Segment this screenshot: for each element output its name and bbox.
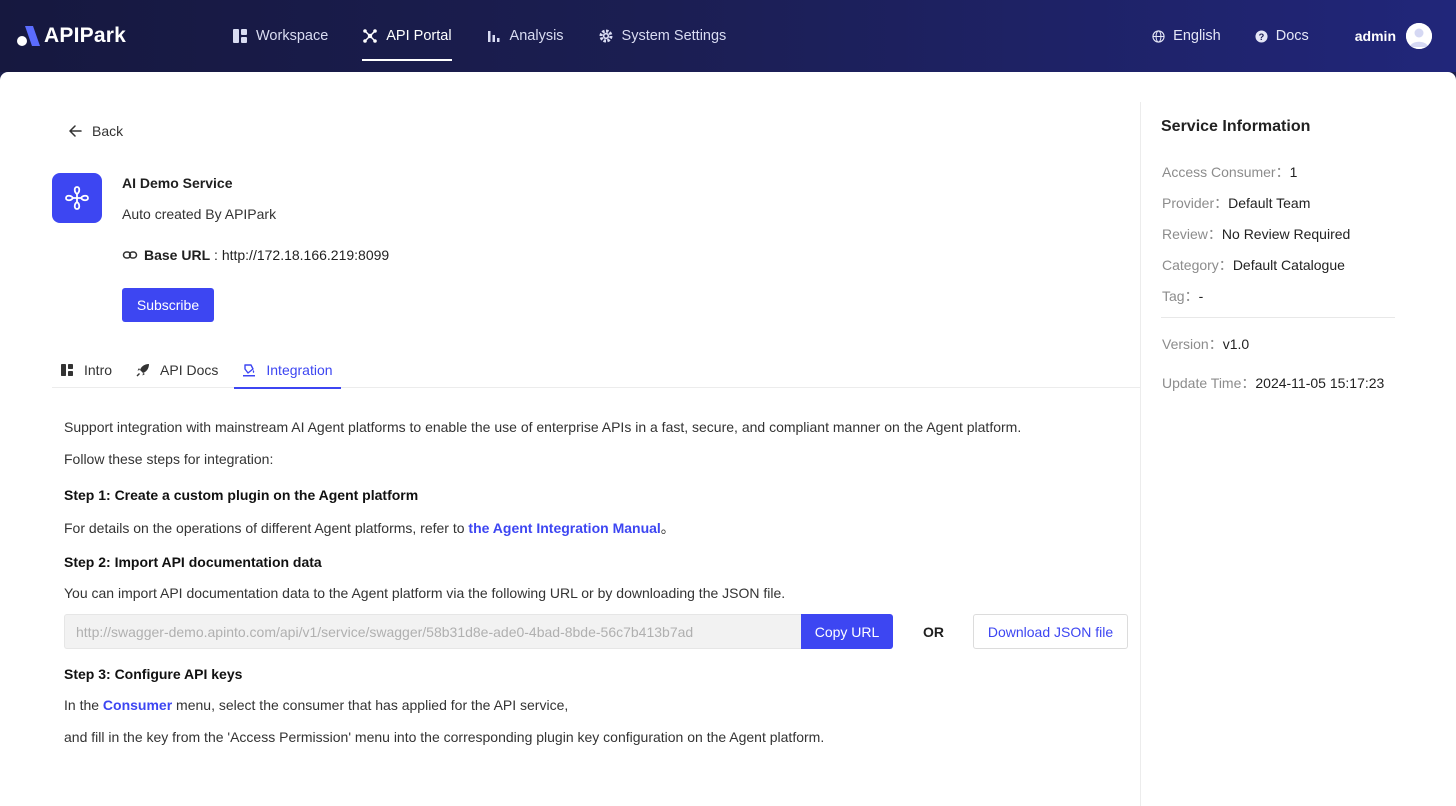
docs-label: Docs: [1275, 28, 1309, 44]
base-url-value: http://172.18.166.219:8099: [221, 247, 390, 263]
tab-label: Intro: [84, 362, 113, 378]
info-provider: Provider：Default Team: [1162, 193, 1310, 213]
info-key: Access Consumer：: [1162, 164, 1290, 180]
subscribe-button[interactable]: Subscribe: [122, 288, 214, 322]
nav-item-system-settings[interactable]: System Settings: [598, 0, 727, 72]
tab-intro[interactable]: Intro: [52, 352, 120, 388]
info-value: v1.0: [1222, 336, 1250, 352]
swagger-url-input[interactable]: http://swagger-demo.apinto.com/api/v1/se…: [64, 614, 801, 649]
info-value: 1: [1289, 164, 1298, 180]
info-key: Provider：: [1162, 195, 1229, 211]
intro-icon: [61, 364, 73, 376]
language-label: English: [1173, 28, 1221, 44]
step3-title: Step 3: Configure API keys: [64, 666, 243, 682]
info-update-time: Update Time：2024-11-05 15:17:23: [1162, 373, 1384, 393]
info-key: Update Time：: [1162, 375, 1256, 391]
nav-label: System Settings: [621, 28, 727, 44]
user-avatar-icon: [1406, 23, 1432, 49]
download-json-button[interactable]: Download JSON file: [973, 614, 1128, 649]
gear-icon: [599, 29, 613, 43]
nav-label: Workspace: [256, 28, 329, 44]
info-access-consumer: Access Consumer：1: [1162, 162, 1297, 182]
service-logo-icon: [65, 186, 89, 210]
swagger-url-value: http://swagger-demo.apinto.com/api/v1/se…: [76, 623, 694, 640]
app-logo[interactable]: APIPark: [16, 22, 126, 50]
svg-text:?: ?: [1258, 31, 1264, 41]
info-value: -: [1198, 288, 1204, 304]
step3-text-pre: In the: [64, 697, 103, 713]
service-description: Auto created By APIPark: [122, 206, 277, 222]
integration-intro: Support integration with mainstream AI A…: [64, 419, 1022, 435]
info-version: Version：v1.0: [1162, 334, 1249, 354]
rocket-icon: [136, 364, 150, 377]
info-value: No Review Required: [1221, 226, 1351, 242]
logo-text: APIPark: [44, 24, 126, 47]
user-menu[interactable]: admin: [1355, 23, 1432, 49]
integration-follow: Follow these steps for integration:: [64, 451, 274, 467]
info-value: 2024-11-05 15:17:23: [1255, 375, 1385, 391]
docs-link[interactable]: ? Docs: [1255, 28, 1309, 44]
sidebar-divider: [1161, 317, 1395, 318]
step1-text-pre: For details on the operations of differe…: [64, 520, 469, 536]
info-key: Category：: [1162, 257, 1233, 273]
info-category: Category：Default Catalogue: [1162, 255, 1345, 275]
step2-text: You can import API documentation data to…: [64, 585, 786, 601]
nav-label: Analysis: [509, 28, 564, 44]
nav-item-workspace[interactable]: Workspace: [232, 0, 328, 72]
nav-item-analysis[interactable]: Analysis: [486, 0, 564, 72]
apipark-logo-icon: [17, 26, 40, 46]
workspace-icon: [233, 29, 247, 43]
main-nav: Workspace API Portal Analysis System Set…: [232, 0, 760, 72]
vertical-divider: [1140, 102, 1141, 806]
copy-url-button[interactable]: Copy URL: [801, 614, 893, 649]
info-key: Review：: [1162, 226, 1222, 242]
tab-api-docs[interactable]: API Docs: [128, 352, 226, 388]
nav-item-api-portal[interactable]: API Portal: [362, 0, 452, 72]
service-tabs: Intro API Docs Integration: [52, 352, 1140, 389]
step3-text: In the Consumer menu, select the consume…: [64, 697, 568, 713]
link-icon: [122, 251, 138, 259]
globe-icon: [1152, 29, 1165, 43]
info-value: Default Team: [1228, 195, 1311, 211]
avatar: [1406, 23, 1432, 49]
step1-text-end: 。: [660, 520, 675, 536]
nav-label: API Portal: [386, 28, 452, 44]
help-icon: ?: [1255, 29, 1268, 43]
step1-title: Step 1: Create a custom plugin on the Ag…: [64, 487, 419, 503]
service-icon: [52, 173, 102, 223]
arrow-left-icon: [69, 125, 82, 137]
info-review: Review：No Review Required: [1162, 224, 1350, 244]
integration-icon: [243, 364, 256, 377]
step2-title: Step 2: Import API documentation data: [64, 554, 322, 570]
info-key: Tag：: [1162, 288, 1199, 304]
main-content: Back AI Demo Service Auto created By API…: [0, 72, 1140, 806]
language-switch[interactable]: English: [1152, 28, 1221, 44]
step1-text: For details on the operations of differe…: [64, 518, 675, 538]
consumer-link[interactable]: Consumer: [103, 697, 172, 713]
tab-label: Integration: [266, 362, 333, 378]
info-value: Default Catalogue: [1232, 257, 1345, 273]
step3-line2: and fill in the key from the 'Access Per…: [64, 729, 825, 745]
agent-integration-manual-link[interactable]: the Agent Integration Manual: [468, 520, 660, 536]
or-label: OR: [923, 624, 944, 640]
back-label: Back: [92, 123, 124, 139]
info-key: Version：: [1162, 336, 1223, 352]
info-tag: Tag：-: [1162, 286, 1203, 306]
right-nav: English ? Docs admin: [1118, 0, 1432, 72]
base-url: Base URL : http://172.18.166.219:8099: [122, 247, 389, 263]
sidebar-title: Service Information: [1161, 118, 1311, 135]
user-name: admin: [1354, 28, 1396, 44]
step3-text-post: menu, select the consumer that has appli…: [172, 697, 569, 713]
portal-icon: [363, 29, 378, 43]
tab-label: API Docs: [160, 362, 219, 378]
chart-icon: [487, 31, 500, 42]
top-navbar: APIPark Workspace API Portal Analysis Sy…: [0, 0, 1456, 72]
service-name: AI Demo Service: [122, 175, 233, 191]
base-url-label: Base URL: [144, 247, 211, 263]
back-button[interactable]: Back: [68, 123, 123, 139]
content-panel: Back AI Demo Service Auto created By API…: [0, 72, 1456, 806]
base-url-separator: :: [210, 247, 222, 263]
tab-integration[interactable]: Integration: [234, 352, 341, 389]
